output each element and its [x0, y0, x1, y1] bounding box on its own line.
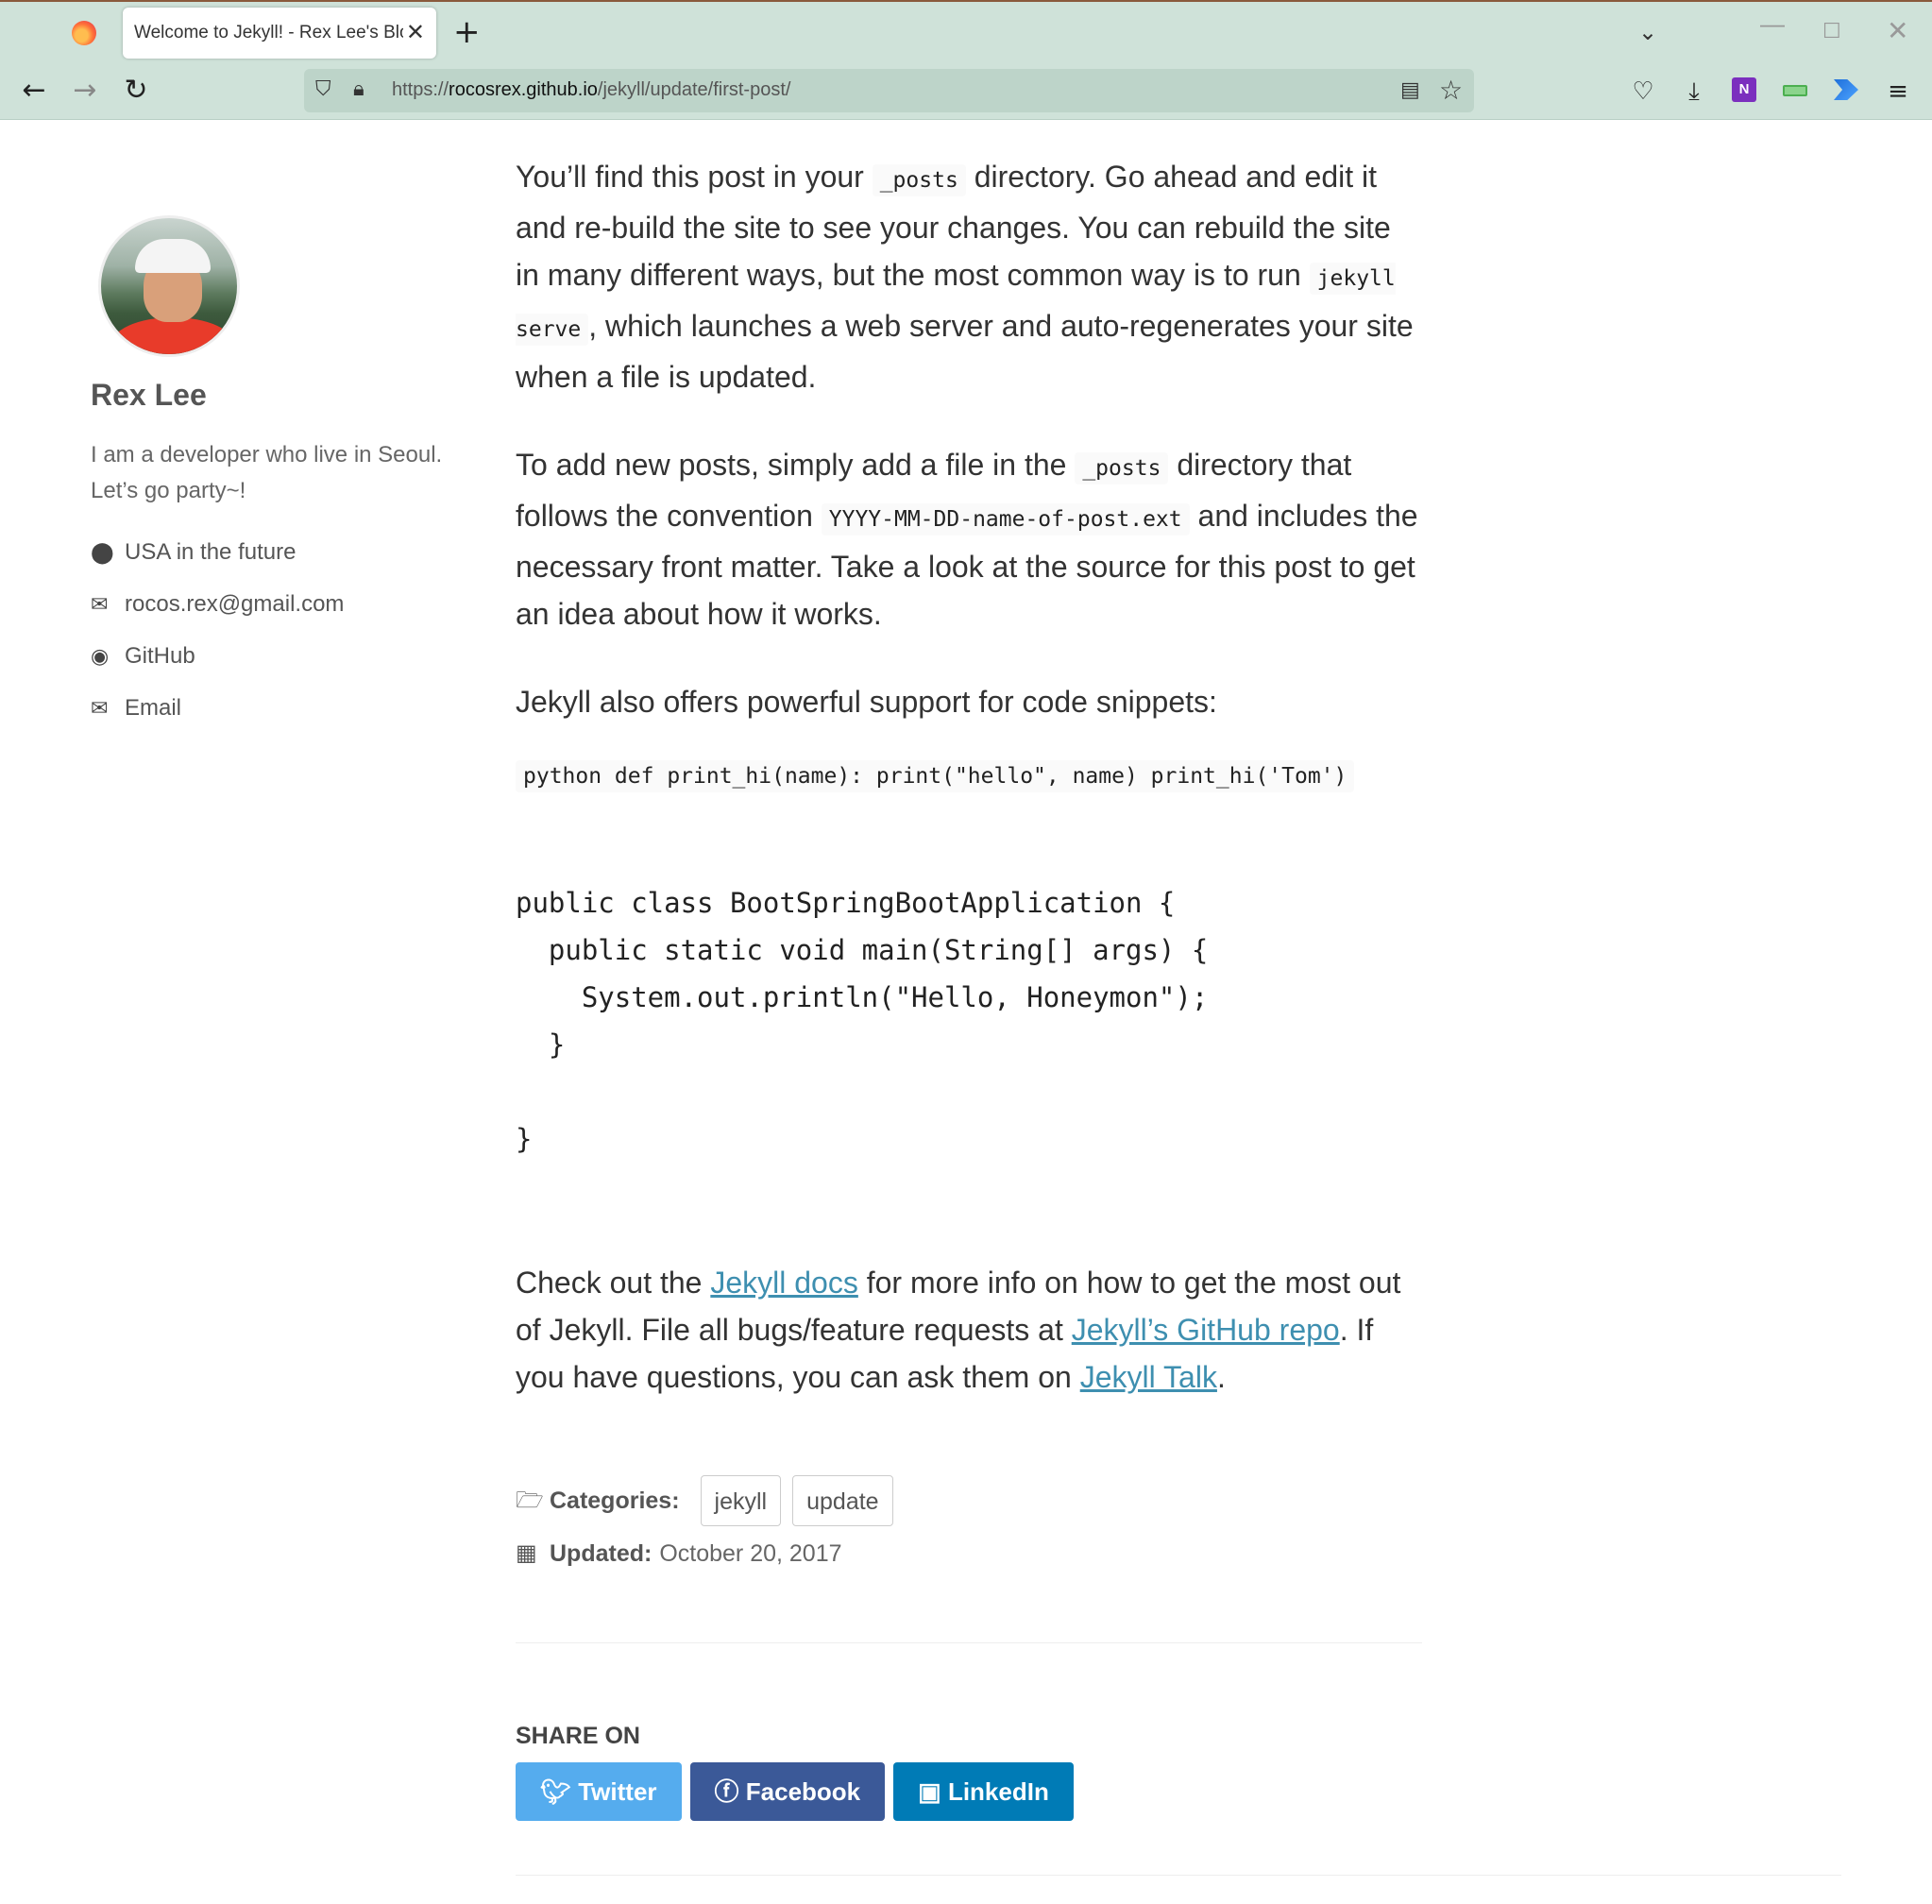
page-content: Rex Lee I am a developer who live in Seo…: [0, 121, 1932, 1904]
share-twitter-button[interactable]: 🐦︎ Twitter: [516, 1762, 682, 1821]
avatar: [98, 215, 240, 357]
share-facebook-button[interactable]: ⓕ Facebook: [689, 1762, 886, 1821]
paragraph-4: Check out the Jekyll docs for more info …: [516, 1259, 1422, 1401]
share-linkedin-label: LinkedIn: [947, 1777, 1049, 1806]
url-path: /jekyll/update/first-post/: [597, 79, 791, 100]
reload-icon[interactable]: ↻: [117, 72, 155, 110]
p4-text-d: .: [1216, 1360, 1226, 1394]
share-buttons: 🐦︎ Twitter ⓕ Facebook ▣ LinkedIn: [516, 1762, 1422, 1821]
avatar-shirt: [110, 317, 235, 354]
url-host: rocosrex.github.io: [449, 79, 598, 100]
calendar-icon: ▦: [516, 1540, 537, 1566]
author-links: ⬤ USA in the future ✉ rocos.rex@gmail.co…: [91, 526, 468, 734]
menu-icon[interactable]: ≡: [1883, 77, 1913, 106]
author-sidebar: Rex Lee I am a developer who live in Seo…: [91, 215, 468, 734]
author-name: Rex Lee: [91, 378, 207, 412]
forward-arrow-icon[interactable]: →: [66, 72, 104, 110]
shield-icon[interactable]: ⛉: [315, 77, 331, 101]
window-close-icon[interactable]: ✕: [1887, 15, 1908, 46]
author-bio: I am a developer who live in Seoul. Let’…: [91, 442, 443, 503]
paragraph-1: You’ll find this post in your _posts dir…: [516, 153, 1422, 400]
tab-title: Welcome to Jekyll! - Rex Lee's Blog: [134, 23, 403, 42]
updated-label: Updated:: [550, 1540, 652, 1567]
tab-close-icon[interactable]: ✕: [406, 19, 425, 45]
url-scheme: https://: [392, 79, 449, 100]
map-marker-icon: ⬤: [91, 540, 114, 564]
folder-open-icon: 🗁︎: [516, 1488, 544, 1513]
post-meta: 🗁︎ Categories: jekyll update ▦ Updated: …: [516, 1474, 1422, 1580]
lock-icon[interactable]: 🔒︎: [353, 77, 364, 101]
download-icon[interactable]: ⤓: [1679, 77, 1709, 107]
author-email-link-2[interactable]: ✉ Email: [91, 682, 468, 734]
paragraph-3: Jekyll also offers powerful support for …: [516, 685, 1217, 719]
back-arrow-icon[interactable]: ←: [15, 72, 53, 110]
browser-nav-bar: ← → ↻ ⛉ 🔒︎ https://rocosrex.github.io/je…: [0, 61, 1932, 120]
divider: [516, 1642, 1422, 1643]
maximize-icon[interactable]: ☐: [1822, 19, 1841, 43]
author-email-label: rocos.rex@gmail.com: [125, 591, 345, 617]
onenote-icon[interactable]: N: [1732, 77, 1756, 102]
p4-text-a: Check out the: [516, 1266, 711, 1300]
inline-code: _posts: [872, 164, 966, 196]
jekyll-docs-link[interactable]: Jekyll docs: [710, 1266, 858, 1300]
inline-code: _posts: [1075, 452, 1169, 484]
category-tag-jekyll[interactable]: jekyll: [700, 1475, 782, 1526]
categories-label: Categories:: [550, 1488, 680, 1514]
inline-code: YYYY-MM-DD-name-of-post.ext: [821, 503, 1190, 536]
p2-text-a: To add new posts, simply add a file in t…: [516, 448, 1076, 482]
share-facebook-label: Facebook: [745, 1777, 861, 1806]
linkedin-icon: ▣: [918, 1777, 948, 1806]
bookmark-star-icon[interactable]: ☆: [1439, 75, 1463, 106]
battery-icon[interactable]: [1783, 85, 1807, 96]
firefox-logo-icon[interactable]: [72, 21, 96, 45]
twitter-icon: 🐦︎: [540, 1777, 579, 1806]
code-block: public class BootSpringBootApplication {…: [516, 887, 1209, 1155]
reader-view-icon[interactable]: ▤: [1400, 78, 1420, 102]
browser-tab-bar: Welcome to Jekyll! - Rex Lee's Blog ✕ + …: [0, 0, 1932, 61]
jekyll-github-link[interactable]: Jekyll’s GitHub repo: [1072, 1313, 1340, 1347]
author-location: ⬤ USA in the future: [91, 526, 468, 578]
facebook-icon: ⓕ: [714, 1777, 746, 1806]
url-text[interactable]: https://rocosrex.github.io/jekyll/update…: [392, 79, 790, 101]
address-bar[interactable]: ⛉ 🔒︎ https://rocosrex.github.io/jekyll/u…: [304, 69, 1474, 112]
chevron-down-icon[interactable]: ⌄: [1638, 19, 1657, 45]
envelope-icon: ✉: [91, 592, 109, 616]
new-tab-icon[interactable]: +: [453, 15, 481, 49]
author-email-label-2: Email: [125, 695, 182, 721]
updated-date: October 20, 2017: [659, 1540, 842, 1567]
paragraph-2: To add new posts, simply add a file in t…: [516, 441, 1422, 638]
share-twitter-label: Twitter: [578, 1777, 657, 1806]
envelope-icon: ✉: [91, 696, 109, 720]
share-title: SHARE ON: [516, 1723, 640, 1749]
bottom-divider: [516, 1875, 1841, 1876]
inline-snippet-paragraph: python def print_hi(name): print("hello"…: [516, 749, 1422, 800]
share-linkedin-button[interactable]: ▣ LinkedIn: [893, 1762, 1074, 1821]
author-email-link[interactable]: ✉ rocos.rex@gmail.com: [91, 578, 468, 630]
pocket-icon[interactable]: ♡: [1628, 77, 1658, 106]
jekyll-talk-link[interactable]: Jekyll Talk: [1080, 1360, 1217, 1394]
tab-active[interactable]: Welcome to Jekyll! - Rex Lee's Blog ✕: [123, 8, 436, 59]
post-content: You’ll find this post in your _posts dir…: [516, 153, 1422, 1821]
category-tag-update[interactable]: update: [792, 1475, 893, 1526]
github-icon: ◉: [91, 644, 110, 668]
categories-row: 🗁︎ Categories: jekyll update: [516, 1474, 1422, 1527]
author-github-link[interactable]: ◉ GitHub: [91, 630, 468, 682]
p1-text-a: You’ll find this post in your: [516, 160, 873, 194]
author-github-label: GitHub: [125, 643, 195, 669]
updated-row: ▦ Updated: October 20, 2017: [516, 1527, 1422, 1580]
inline-snippet: python def print_hi(name): print("hello"…: [516, 760, 1355, 792]
p1-text-c: , which launches a web server and auto-r…: [516, 309, 1414, 394]
avatar-cap: [135, 239, 211, 273]
author-location-label: USA in the future: [125, 539, 297, 565]
minimize-icon[interactable]: —: [1760, 9, 1785, 39]
